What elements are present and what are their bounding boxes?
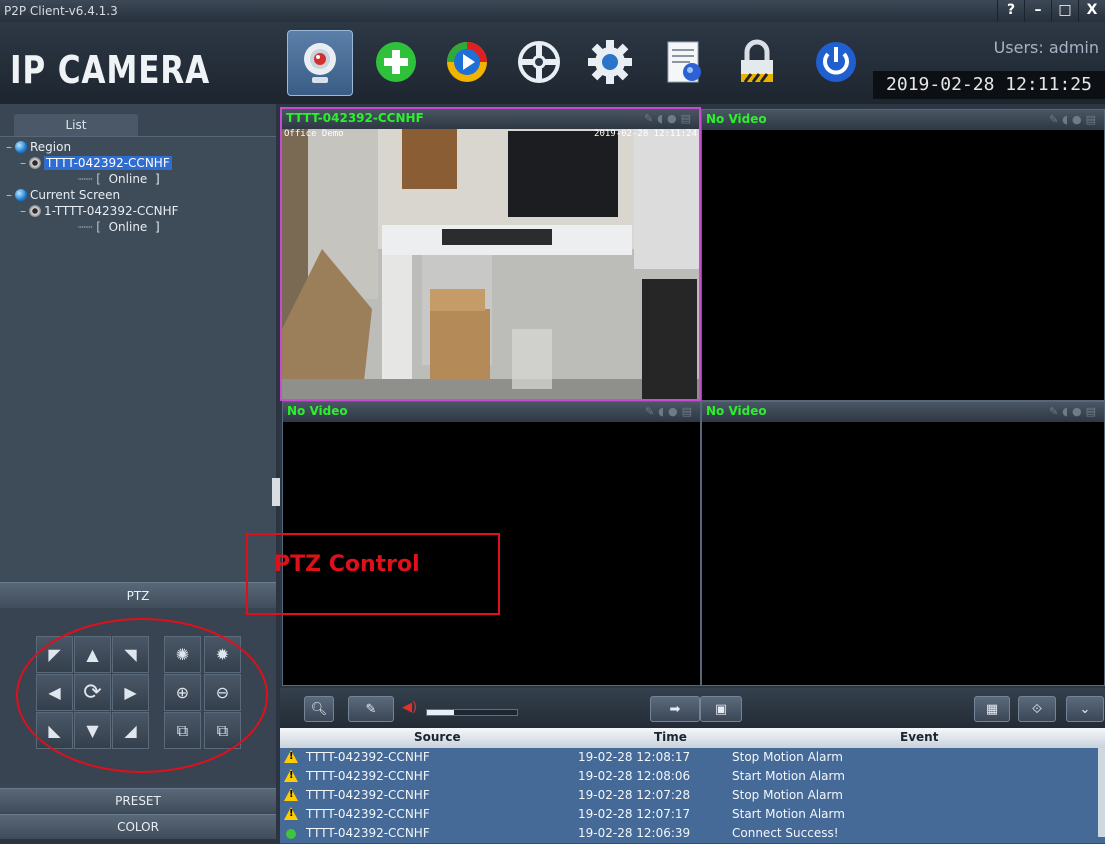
pane-title: No Video [287,404,348,418]
video-pane-1[interactable]: TTTT-042392-CCNHF ✎◖●▤ Office Demo 2019-… [280,107,701,401]
pane-header: No Video ✎◖●▤ [283,402,700,422]
tree-node-current-screen[interactable]: – Current Screen [6,188,120,202]
tree-node-status: ┈┈ [ Online ] [78,172,160,186]
camera-icon [29,157,41,169]
clock-display: 2019-02-28 12:11:25 [873,71,1105,99]
tree-node-screen-device[interactable]: –1-TTTT-042392-CCNHF [20,204,179,218]
globe-icon [15,189,27,201]
microphone-icon: ✎ [365,701,377,717]
grid-layout-icon: ▦ [985,701,999,717]
camera-snapshot-icon: ▣ [714,701,728,717]
playback-button[interactable] [435,30,499,94]
maximize-button[interactable]: □ [1051,0,1078,22]
tree-node-device[interactable]: – TTTT-042392-CCNHF [20,156,172,170]
fullscreen-button[interactable]: ⟐ [1018,696,1056,722]
lock-button[interactable] [725,30,789,94]
color-section-header[interactable]: COLOR [0,814,276,839]
add-icon [376,42,416,82]
video-pane-4[interactable]: No Video ✎◖●▤ [701,401,1105,686]
pane-title: No Video [706,112,767,126]
warning-icon [284,807,298,820]
snapshot-button[interactable]: ▣ [700,696,742,722]
table-header: Source Time Event [280,728,1105,748]
webcam-icon [304,43,336,83]
pane-tool-icons: ✎◖●▤ [1048,405,1100,418]
column-header-time[interactable]: Time [654,730,687,744]
warning-icon [284,750,298,763]
tree-node-region[interactable]: – Region [6,140,71,154]
window-controls: ? – □ X [997,0,1105,22]
annotation-oval [16,618,268,773]
online-dot-icon [286,829,296,839]
app-logo: IP CAMERA [10,48,211,92]
table-row[interactable]: TTTT-042392-CCNHF 19-02-28 12:08:17 Stop… [280,748,1105,768]
pane-header: TTTT-042392-CCNHF ✎◖●▤ [282,109,699,129]
log-button[interactable] [652,30,716,94]
fullscreen-arrows-icon: ⟐ [1031,701,1043,717]
camera-feed-image [282,129,699,399]
close-button[interactable]: X [1078,0,1105,22]
video-toolbar: 🔍︎ ✎ ◀) ➡ ▣ ▦ ⟐ ⌄ [280,688,1105,728]
settings-button[interactable] [578,30,642,94]
settings-gear-icon [588,40,632,84]
pane-tool-icons: ✎◖●▤ [644,405,696,418]
more-button[interactable]: ⌄ [1066,696,1104,722]
feed-overlay-timestamp: 2019-02-28 12:11:24 [594,129,697,139]
column-header-source[interactable]: Source [414,730,461,744]
playback-icon [447,42,487,82]
search-icon: 🔍︎ [310,701,328,717]
ptz-section-header[interactable]: PTZ [0,582,276,609]
pane-tool-icons: ✎◖●▤ [643,112,695,125]
add-device-button[interactable] [364,30,428,94]
record-button[interactable]: ➡ [650,696,700,722]
tree-node-status: ┈┈ [ Online ] [78,220,160,234]
title-bar: P2P Client-v6.4.1.3 ? – □ X [0,0,1105,22]
search-button[interactable]: 🔍︎ [304,696,334,722]
log-document-icon [667,41,701,83]
window-title: P2P Client-v6.4.1.3 [4,4,118,18]
volume-slider[interactable] [426,709,518,716]
globe-icon [15,141,27,153]
pane-title: TTTT-042392-CCNHF [286,111,424,125]
tab-list[interactable]: List [14,114,138,136]
table-row[interactable]: TTTT-042392-CCNHF 19-02-28 12:06:39 Conn… [280,824,1105,844]
tree-label-selected: TTTT-042392-CCNHF [44,156,172,170]
event-log-table: Source Time Event TTTT-042392-CCNHF 19-0… [280,728,1105,844]
chevron-down-icon: ⌄ [1079,701,1091,717]
ptz-button[interactable] [507,30,571,94]
volume-level [427,710,454,715]
webcam-button[interactable] [287,30,353,96]
pane-tool-icons: ✎◖●▤ [1048,113,1100,126]
power-icon [816,42,856,82]
tree-label: Region [30,140,72,154]
table-row[interactable]: TTTT-042392-CCNHF 19-02-28 12:07:17 Star… [280,805,1105,825]
current-user: Users: admin [993,38,1099,57]
event-log-scrollbar[interactable] [1098,748,1105,837]
annotation-label: PTZ Control [274,552,420,577]
table-row[interactable]: TTTT-042392-CCNHF 19-02-28 12:07:28 Stop… [280,786,1105,806]
ptz-wheel-icon [518,41,560,83]
preset-section-header[interactable]: PRESET [0,788,276,813]
pane-header: No Video ✎◖●▤ [702,402,1104,422]
layout-grid-button[interactable]: ▦ [974,696,1010,722]
camera-icon [29,205,41,217]
warning-icon [284,769,298,782]
feed-overlay-label: Office Demo [284,129,344,139]
talk-button[interactable]: ✎ [348,696,394,722]
speaker-icon[interactable]: ◀) [402,700,417,715]
video-pane-2[interactable]: No Video ✎◖●▤ [701,109,1105,401]
record-arrow-icon: ➡ [669,701,681,717]
panel-collapse-handle[interactable] [272,478,280,506]
app-header: IP CAMERA Users: admin 2019-02-28 12:11:… [0,22,1105,104]
minimize-button[interactable]: – [1024,0,1051,22]
help-button[interactable]: ? [997,0,1024,22]
column-header-event[interactable]: Event [900,730,938,744]
pane-header: No Video ✎◖●▤ [702,110,1104,130]
power-button[interactable] [804,30,868,94]
pane-title: No Video [706,404,767,418]
warning-icon [284,788,298,801]
table-row[interactable]: TTTT-042392-CCNHF 19-02-28 12:08:06 Star… [280,767,1105,787]
lock-icon [741,39,773,83]
